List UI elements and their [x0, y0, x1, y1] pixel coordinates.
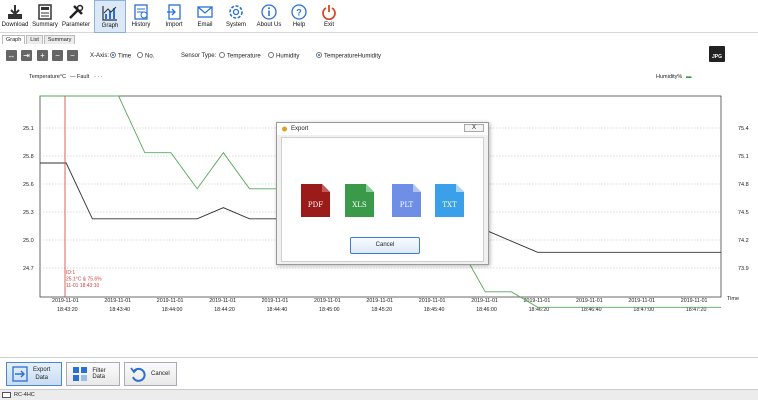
x-tick-date-label: 2019-11-01: [52, 298, 79, 304]
x-tick-time-label: 18:43:40: [109, 307, 130, 313]
filter-data-label: Filter Data: [92, 368, 106, 380]
x-tick-time-label: 18:44:00: [162, 307, 183, 313]
x-tick-date-label: 2019-11-01: [419, 298, 446, 304]
x-tick-time-label: 18:45:00: [319, 307, 340, 313]
dialog-title-bar: Export X: [277, 123, 488, 135]
x-tick-time-label: 18:45:20: [371, 307, 392, 313]
x-tick-date-label: 2019-11-01: [314, 298, 341, 304]
y-right-tick-label: 74.2: [738, 238, 749, 244]
export-data-label-line2: Data: [35, 375, 49, 381]
undo-icon: [129, 365, 147, 383]
cursor-marker-label: 25.1°C & 75.6%: [66, 277, 102, 283]
x-tick-time-label: 18:45:40: [424, 307, 445, 313]
x-tick-time-label: 18:47:00: [633, 307, 654, 313]
pdf-file-icon[interactable]: PDF: [301, 184, 330, 217]
bottom-cancel-button[interactable]: Cancel: [124, 362, 177, 386]
export-data-label-line1: Export: [33, 367, 51, 373]
txt-file-icon[interactable]: TXT: [435, 184, 464, 217]
export-dialog: Export X PDF XLS PLT TXT Cancel: [276, 122, 489, 265]
x-tick-time-label: 18:44:20: [214, 307, 235, 313]
x-tick-time-label: 18:46:00: [476, 307, 497, 313]
bottom-cancel-label: Cancel: [151, 371, 170, 377]
x-tick-date-label: 2019-11-01: [104, 298, 131, 304]
x-tick-time-label: 18:47:20: [686, 307, 707, 313]
x-tick-date-label: 2019-11-01: [262, 298, 289, 304]
y-right-tick-label: 74.8: [738, 182, 749, 188]
x-tick-time-label: 18:44:40: [267, 307, 288, 313]
dialog-cancel-button[interactable]: Cancel: [350, 237, 420, 254]
y-right-tick-label: 73.9: [738, 266, 749, 272]
export-data-button[interactable]: Export Data: [6, 362, 62, 386]
y-left-tick-label: 25.0: [23, 238, 34, 244]
xls-label: XLS: [352, 201, 367, 209]
status-device-name: RC-4HC: [14, 392, 35, 398]
y-right-tick-label: 74.5: [738, 210, 749, 216]
dialog-close-button[interactable]: X: [464, 124, 484, 132]
dialog-title: Export: [291, 126, 309, 132]
x-tick-date-label: 2019-11-01: [628, 298, 655, 304]
plt-file-icon[interactable]: PLT: [392, 184, 421, 217]
y-right-tick-label: 75.4: [738, 126, 749, 132]
xls-file-icon[interactable]: XLS: [345, 184, 374, 217]
y-left-tick-label: 25.3: [23, 210, 34, 216]
x-tick-time-label: 18:46:40: [581, 307, 602, 313]
bottom-action-bar: Export Data Filter Data Cancel: [0, 357, 758, 388]
x-tick-time-label: 18:46:20: [529, 307, 550, 313]
filter-data-button[interactable]: Filter Data: [66, 362, 120, 386]
txt-label: TXT: [442, 201, 457, 209]
x-axis-title: Time: [727, 296, 739, 302]
status-bar: RC-4HC: [0, 389, 758, 400]
x-tick-date-label: 2019-11-01: [576, 298, 603, 304]
plt-label: PLT: [399, 201, 414, 209]
y-left-tick-label: 25.6: [23, 182, 34, 188]
x-tick-date-label: 2019-11-01: [681, 298, 708, 304]
export-icon: [11, 365, 29, 383]
pdf-label: PDF: [307, 201, 324, 209]
filter-icon: [71, 365, 88, 383]
x-tick-date-label: 2019-11-01: [471, 298, 498, 304]
device-icon: [2, 392, 11, 398]
export-app-icon: [282, 126, 287, 132]
cursor-marker-label: 11-01 18:43:10: [66, 283, 99, 289]
x-tick-date-label: 2019-11-01: [157, 298, 184, 304]
y-left-tick-label: 24.7: [23, 266, 34, 272]
y-left-tick-label: 25.1: [23, 126, 34, 132]
cursor-marker-label: ID:1: [66, 270, 75, 276]
x-tick-time-label: 18:43:20: [57, 307, 78, 313]
x-tick-date-label: 2019-11-01: [209, 298, 236, 304]
y-left-tick-label: 25.8: [23, 154, 34, 160]
dialog-body: PDF XLS PLT TXT Cancel: [281, 137, 484, 262]
x-tick-date-label: 2019-11-01: [366, 298, 393, 304]
y-right-tick-label: 75.1: [738, 154, 749, 160]
